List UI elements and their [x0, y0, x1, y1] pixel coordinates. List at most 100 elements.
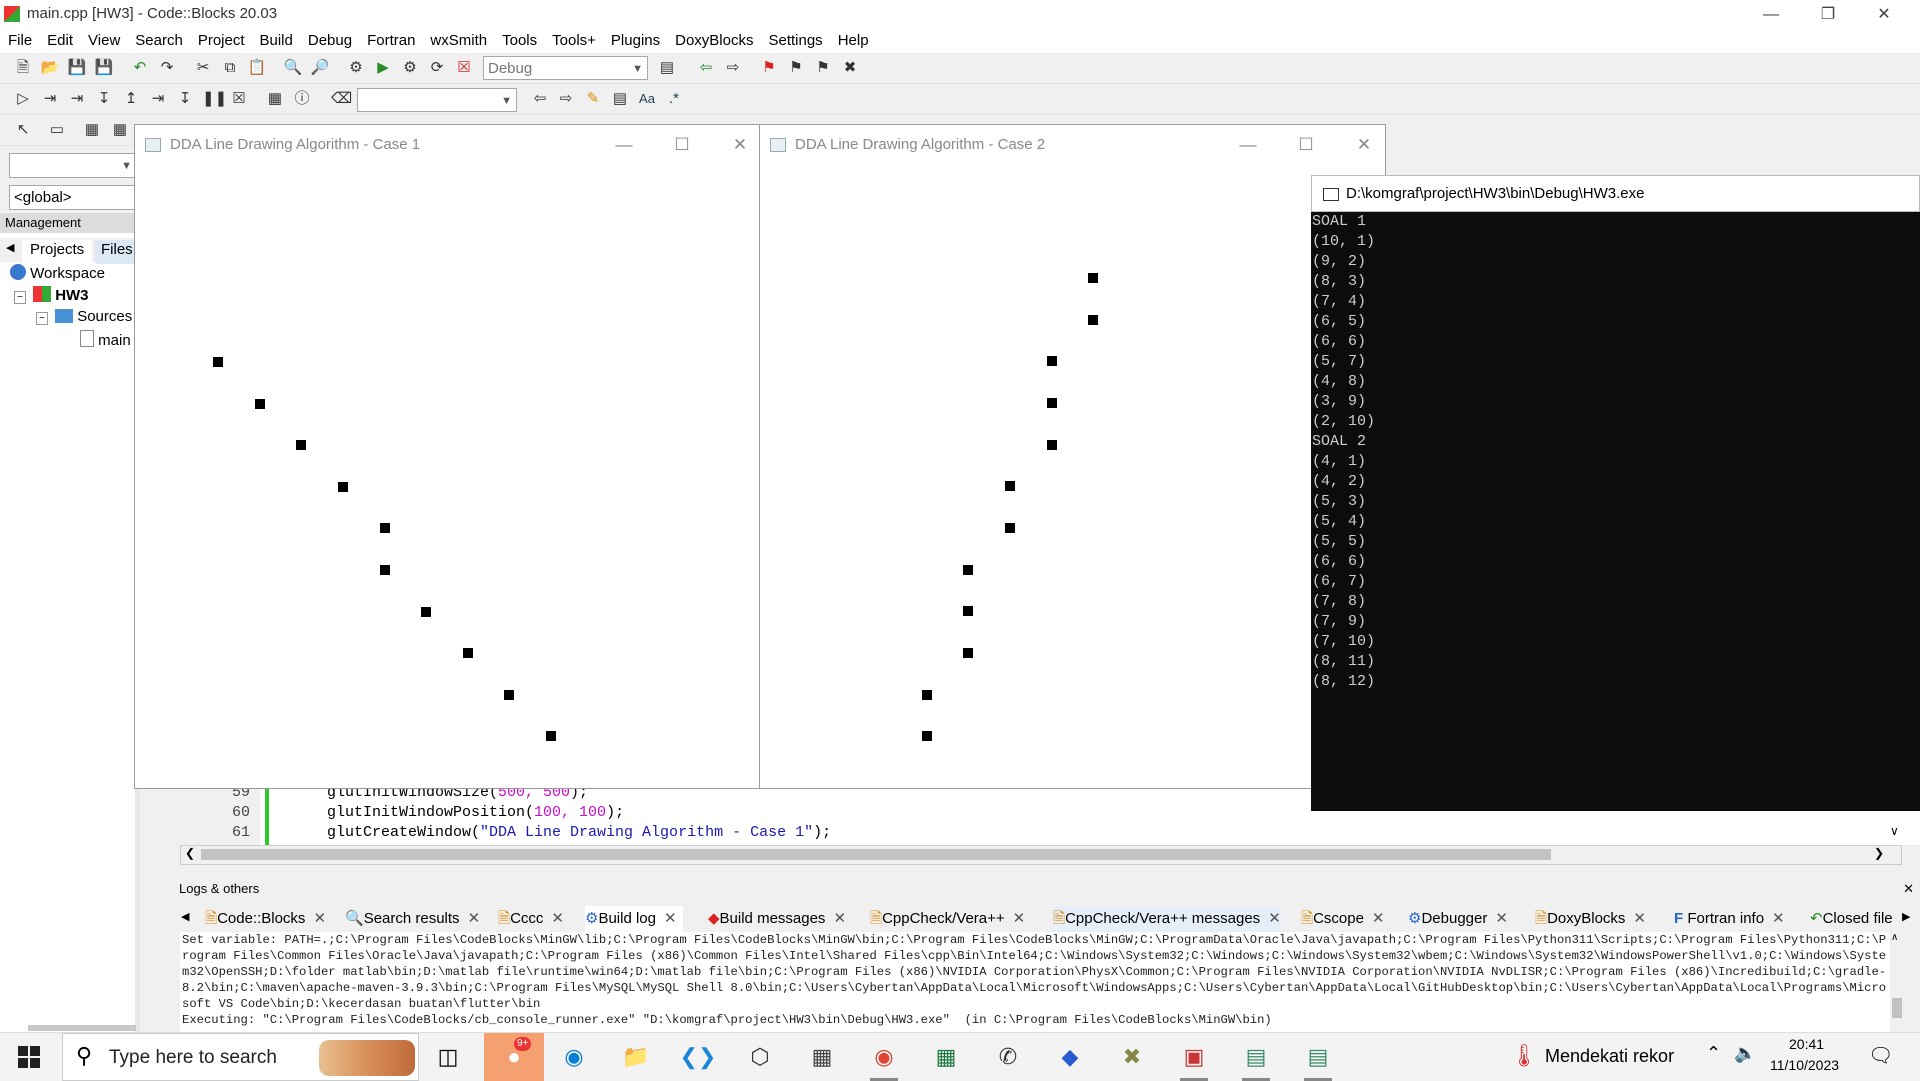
tab-doxyblocks[interactable]: 🗎DoxyBlocks ✕	[1535, 906, 1646, 932]
scroll-left-icon[interactable]: ❮	[185, 846, 195, 860]
close-icon[interactable]: ✕	[313, 910, 326, 927]
pointer-icon[interactable]: ↖	[13, 120, 33, 140]
build-target-select[interactable]: Debug ▼	[483, 56, 648, 80]
weather-text[interactable]: Mendekati rekor	[1545, 1046, 1674, 1067]
bookmark-prev-icon[interactable]: ⚑	[786, 58, 806, 78]
tab-build-log[interactable]: ⚙Build log ✕	[585, 906, 683, 932]
codeblocks-taskbar-icon[interactable]: ▣	[1174, 1039, 1214, 1081]
regex-icon[interactable]: .*	[664, 89, 684, 109]
game-app-icon[interactable]: ◆	[1050, 1039, 1090, 1075]
find-next-icon[interactable]: ⇨	[556, 89, 576, 109]
pause-icon[interactable]: ❚❚	[202, 89, 227, 109]
vscode-icon[interactable]: ❮❯	[678, 1039, 718, 1075]
build-run-icon[interactable]: ⚙	[400, 58, 420, 78]
tab-scroll-left-icon[interactable]: ◀	[181, 910, 189, 923]
minimize-button[interactable]: —	[1743, 0, 1799, 30]
volume-icon[interactable]: 🔈	[1734, 1043, 1756, 1064]
gl-window-titlebar[interactable]: DDA Line Drawing Algorithm - Case 1 — ☐ …	[135, 125, 759, 165]
tree-file[interactable]: main	[80, 330, 131, 349]
close-button[interactable]: ✕	[715, 131, 765, 159]
symbol-combo[interactable]: ▼	[9, 153, 137, 178]
stop-debug-icon[interactable]: ☒	[229, 89, 249, 109]
debug-windows-icon[interactable]: ▦	[265, 89, 285, 109]
find-prev-icon[interactable]: ⇦	[530, 89, 550, 109]
notification-icon[interactable]: 🗨	[1868, 1043, 1893, 1068]
close-button[interactable]: ✕	[1339, 131, 1389, 159]
jump-forward-icon[interactable]: ⇨	[723, 58, 743, 78]
edge-icon[interactable]: ◉	[554, 1039, 594, 1075]
console-taskbar-icon[interactable]: ▤	[1298, 1039, 1338, 1081]
console-titlebar[interactable]: D:\komgraf\project\HW3\bin\Debug\HW3.exe	[1311, 175, 1920, 212]
tab-build-messages[interactable]: ◆Build messages ✕	[708, 906, 846, 932]
scroll-thumb[interactable]	[1892, 998, 1902, 1018]
jump-back-icon[interactable]: ⇦	[696, 58, 716, 78]
build-log-text[interactable]: Set variable: PATH=.;C:\Program Files\Co…	[180, 932, 1890, 1032]
menu-tools-plus[interactable]: Tools+	[544, 30, 603, 49]
task-view-icon[interactable]: ◫	[428, 1039, 468, 1075]
tree-workspace[interactable]: Workspace	[10, 264, 105, 282]
close-icon[interactable]: ✕	[551, 910, 564, 927]
run-to-cursor-icon[interactable]: ⇥	[40, 89, 60, 109]
tab-closed-files[interactable]: ↶Closed file	[1810, 906, 1893, 932]
clock-time[interactable]: 20:41	[1789, 1036, 1824, 1052]
menu-file[interactable]: File	[0, 30, 39, 49]
paste-icon[interactable]: 📋	[247, 58, 267, 78]
open-icon[interactable]: 📂	[40, 58, 60, 78]
code-line[interactable]: glutCreateWindow("DDA Line Drawing Algor…	[327, 824, 831, 841]
file-explorer-icon[interactable]: 📁	[616, 1039, 656, 1075]
close-icon[interactable]: ✕	[1372, 910, 1385, 927]
bookmark-toggle-icon[interactable]: ⚑	[759, 58, 779, 78]
menu-project[interactable]: Project	[190, 30, 252, 49]
tab-search-results[interactable]: 🔍Search results ✕	[345, 906, 480, 932]
menu-plugins[interactable]: Plugins	[603, 30, 667, 49]
grid-icon[interactable]: ▦	[82, 120, 102, 140]
scroll-up-icon[interactable]: ∧	[1891, 932, 1898, 943]
tab-files[interactable]: Files	[95, 240, 139, 264]
logs-vscrollbar[interactable]: ∧	[1890, 932, 1904, 1032]
tab-scroll-left-icon[interactable]: ◀	[6, 241, 14, 254]
close-icon[interactable]: ✕	[1633, 910, 1646, 927]
start-windows-icon[interactable]	[18, 1046, 40, 1068]
match-case-icon[interactable]: Aa	[637, 89, 657, 109]
code-line[interactable]: glutInitWindowPosition(100, 100);	[327, 804, 624, 821]
clock-date[interactable]: 11/10/2023	[1770, 1057, 1839, 1073]
menu-edit[interactable]: Edit	[39, 30, 80, 49]
redo-icon[interactable]: ↷	[157, 58, 177, 78]
tray-chevron-icon[interactable]: ⌃	[1706, 1043, 1721, 1064]
maximize-button[interactable]: ☐	[1281, 131, 1331, 159]
bookmark-next-icon[interactable]: ⚑	[813, 58, 833, 78]
tree-project[interactable]: − HW3	[14, 286, 89, 304]
menu-tools[interactable]: Tools	[494, 30, 544, 49]
whatsapp-icon[interactable]: ✆	[988, 1039, 1028, 1075]
replace-icon[interactable]: 🔎	[310, 58, 330, 78]
close-button[interactable]: ✕	[1856, 0, 1912, 30]
close-icon[interactable]: ✕	[1495, 910, 1508, 927]
minimize-button[interactable]: —	[599, 131, 649, 159]
selected-text-icon[interactable]: ▤	[610, 89, 630, 109]
panel-icon[interactable]: ▭	[47, 120, 67, 140]
close-icon[interactable]: ✕	[1013, 910, 1026, 927]
restore-button[interactable]: ❐	[1800, 0, 1856, 30]
debug-start-icon[interactable]: ▷	[13, 89, 33, 109]
menu-wxsmith[interactable]: wxSmith	[422, 30, 494, 49]
grid2-icon[interactable]: ▦	[110, 120, 130, 140]
run-icon[interactable]: ▶	[373, 58, 393, 78]
next-line-icon[interactable]: ⇥	[67, 89, 87, 109]
step-into-icon[interactable]: ↧	[94, 89, 114, 109]
save-all-icon[interactable]: 💾	[94, 58, 114, 78]
build-icon[interactable]: ⚙	[346, 58, 366, 78]
mgmt-hscroll[interactable]	[28, 1025, 136, 1031]
tab-cppcheck-messages[interactable]: 🗎CppCheck/Vera++ messages ✕	[1053, 906, 1281, 932]
nox-icon[interactable]: ⬡	[740, 1039, 780, 1075]
menu-settings[interactable]: Settings	[760, 30, 829, 49]
new-file-icon[interactable]: 🗎	[13, 58, 33, 78]
target-options-icon[interactable]: ▤	[657, 58, 677, 78]
undo-icon[interactable]: ↶	[130, 58, 150, 78]
tab-cppcheck[interactable]: 🗎CppCheck/Vera++ ✕	[870, 906, 1025, 932]
gl-window-titlebar[interactable]: DDA Line Drawing Algorithm - Case 2 — ☐ …	[760, 125, 1385, 165]
menu-doxyblocks[interactable]: DoxyBlocks	[667, 30, 760, 49]
close-icon[interactable]: ✕	[833, 910, 846, 927]
scope-combo[interactable]: <global>	[9, 185, 137, 210]
tab-fortran-info[interactable]: F Fortran info ✕	[1674, 906, 1785, 932]
gl-window-case2[interactable]: DDA Line Drawing Algorithm - Case 2 — ☐ …	[759, 124, 1386, 789]
